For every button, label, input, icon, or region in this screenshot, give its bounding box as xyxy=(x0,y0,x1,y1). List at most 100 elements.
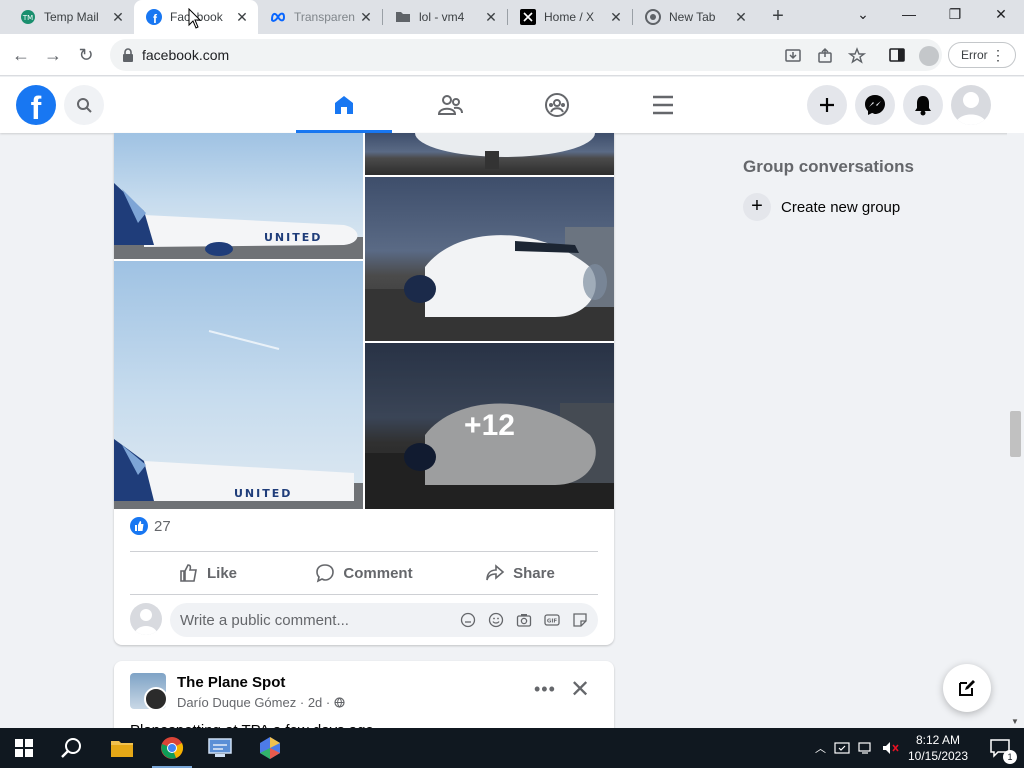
chrome-icon xyxy=(161,737,184,759)
new-message-button[interactable] xyxy=(943,664,991,712)
new-tab-button[interactable]: + xyxy=(766,5,790,29)
address-bar[interactable]: facebook.com xyxy=(110,39,942,71)
reload-button[interactable]: ↻ xyxy=(73,42,99,68)
post-photo[interactable]: UNITED xyxy=(114,261,363,509)
feed-post-card: UNITED UNITED +12 27 Like Comment Share … xyxy=(114,133,614,645)
search-icon xyxy=(77,98,92,113)
nav-menu-tab[interactable] xyxy=(615,77,711,133)
tab-transparency[interactable]: Transparen ✕ xyxy=(258,0,382,34)
tab-title: lol - vm4 xyxy=(419,10,465,24)
camera-icon[interactable] xyxy=(516,612,532,628)
emoji-icon[interactable] xyxy=(488,612,504,628)
share-button[interactable]: Share xyxy=(442,552,598,594)
close-tab-icon[interactable]: ✕ xyxy=(608,9,624,25)
facebook-search-button[interactable] xyxy=(64,85,104,125)
search-button[interactable] xyxy=(48,728,96,768)
nav-friends-tab[interactable] xyxy=(402,77,498,133)
post-photo[interactable] xyxy=(365,177,614,341)
profile-avatar[interactable] xyxy=(919,46,939,66)
user-icon xyxy=(134,609,158,635)
post-photo-more[interactable]: +12 xyxy=(365,343,614,509)
show-hidden-icons-chevron-icon[interactable]: ︿ xyxy=(815,740,826,756)
messenger-icon xyxy=(865,95,885,115)
browser-toolbar: ← → ↻ facebook.com Error ⋮ xyxy=(0,34,1024,76)
avatar-sticker-icon[interactable] xyxy=(460,612,476,628)
facebook-icon: f xyxy=(146,9,162,25)
hide-post-button[interactable]: ✕ xyxy=(570,675,590,704)
post-options-button[interactable]: ••• xyxy=(534,679,556,700)
post-meta: Darío Duque Gómez · 2d · xyxy=(177,695,345,710)
commenter-avatar[interactable] xyxy=(130,603,162,635)
tab-lol-vm4[interactable]: lol - vm4 ✕ xyxy=(383,0,507,34)
svg-text:UNITED: UNITED xyxy=(264,231,322,244)
app-hexagon-button[interactable] xyxy=(246,728,294,768)
comment-input[interactable]: Write a public comment... GIF xyxy=(170,603,598,637)
create-new-group-button[interactable]: + Create new group xyxy=(743,193,900,221)
nav-home-tab[interactable] xyxy=(296,77,392,133)
close-tab-icon[interactable]: ✕ xyxy=(358,9,374,25)
close-tab-icon[interactable]: ✕ xyxy=(733,9,749,25)
start-button[interactable] xyxy=(0,728,48,768)
messenger-button[interactable] xyxy=(855,85,895,125)
install-app-icon[interactable] xyxy=(784,47,802,65)
facebook-logo[interactable]: f xyxy=(16,85,56,125)
tab-new-tab[interactable]: New Tab ✕ xyxy=(633,0,757,34)
browser-tab-strip: TM Temp Mail ✕ f Facebook ✕ Transparen ✕… xyxy=(0,0,1024,34)
like-button[interactable]: Like xyxy=(130,552,286,594)
network-app-button[interactable] xyxy=(196,728,244,768)
more-vert-icon: ⋮ xyxy=(991,47,1005,63)
comment-button[interactable]: Comment xyxy=(286,552,442,594)
close-tab-icon[interactable]: ✕ xyxy=(483,9,499,25)
file-explorer-button[interactable] xyxy=(98,728,146,768)
close-tab-icon[interactable]: ✕ xyxy=(234,9,250,25)
groups-icon xyxy=(545,93,569,117)
page-name[interactable]: The Plane Spot xyxy=(177,674,285,691)
network-icon[interactable] xyxy=(858,740,874,756)
folder-icon xyxy=(395,9,411,25)
post-photo[interactable] xyxy=(365,133,614,175)
post-photo[interactable]: UNITED xyxy=(114,133,363,259)
thumbs-up-icon xyxy=(180,564,197,582)
post-age[interactable]: 2d xyxy=(308,695,322,710)
reaction-summary[interactable]: 27 xyxy=(130,517,171,535)
page-scrollbar[interactable]: ▼ xyxy=(1007,133,1024,728)
meta-separator: · xyxy=(299,695,305,710)
security-center-icon[interactable] xyxy=(834,740,850,756)
home-icon xyxy=(335,96,353,114)
minimize-button[interactable]: — xyxy=(886,0,932,30)
tab-x-home[interactable]: Home / X ✕ xyxy=(508,0,632,34)
tab-title: New Tab xyxy=(669,10,716,24)
back-button[interactable]: ← xyxy=(8,42,34,68)
create-button[interactable] xyxy=(807,85,847,125)
tab-temp-mail[interactable]: TM Temp Mail ✕ xyxy=(8,0,134,34)
close-window-button[interactable]: ✕ xyxy=(978,0,1024,30)
meta-icon xyxy=(270,9,286,25)
tab-search-chevron-icon[interactable]: ⌄ xyxy=(840,0,886,30)
account-avatar[interactable] xyxy=(951,85,991,125)
bookmark-star-icon[interactable] xyxy=(848,47,866,65)
forward-button[interactable]: → xyxy=(40,42,66,68)
nav-groups-tab[interactable] xyxy=(509,77,605,133)
hexagon-app-icon xyxy=(260,737,280,759)
author-name[interactable]: Darío Duque Gómez xyxy=(177,695,296,710)
sticker-icon[interactable] xyxy=(572,612,588,628)
profile-error-button[interactable]: Error ⋮ xyxy=(948,42,1016,68)
restore-button[interactable]: ❐ xyxy=(932,0,978,30)
side-panel-icon[interactable] xyxy=(888,46,906,64)
plus-icon: + xyxy=(743,193,771,221)
share-icon[interactable] xyxy=(816,47,834,65)
globe-icon xyxy=(334,697,345,708)
feed-post-card: The Plane Spot Darío Duque Gómez · 2d · … xyxy=(114,661,614,731)
author-avatar[interactable] xyxy=(144,687,168,711)
chrome-taskbar-button[interactable] xyxy=(148,728,196,768)
close-tab-icon[interactable]: ✕ xyxy=(110,9,126,25)
scroll-down-arrow-icon[interactable]: ▼ xyxy=(1011,717,1019,726)
scrollbar-thumb[interactable] xyxy=(1010,411,1021,457)
taskbar-clock[interactable]: 8:12 AM 10/15/2023 xyxy=(895,732,981,764)
notifications-button[interactable] xyxy=(903,85,943,125)
post-action-bar: Like Comment Share xyxy=(130,551,598,595)
action-center-button[interactable]: 1 xyxy=(976,728,1024,768)
bell-icon xyxy=(915,96,931,116)
group-conversations-title: Group conversations xyxy=(743,157,914,176)
gif-icon[interactable]: GIF xyxy=(544,612,560,628)
